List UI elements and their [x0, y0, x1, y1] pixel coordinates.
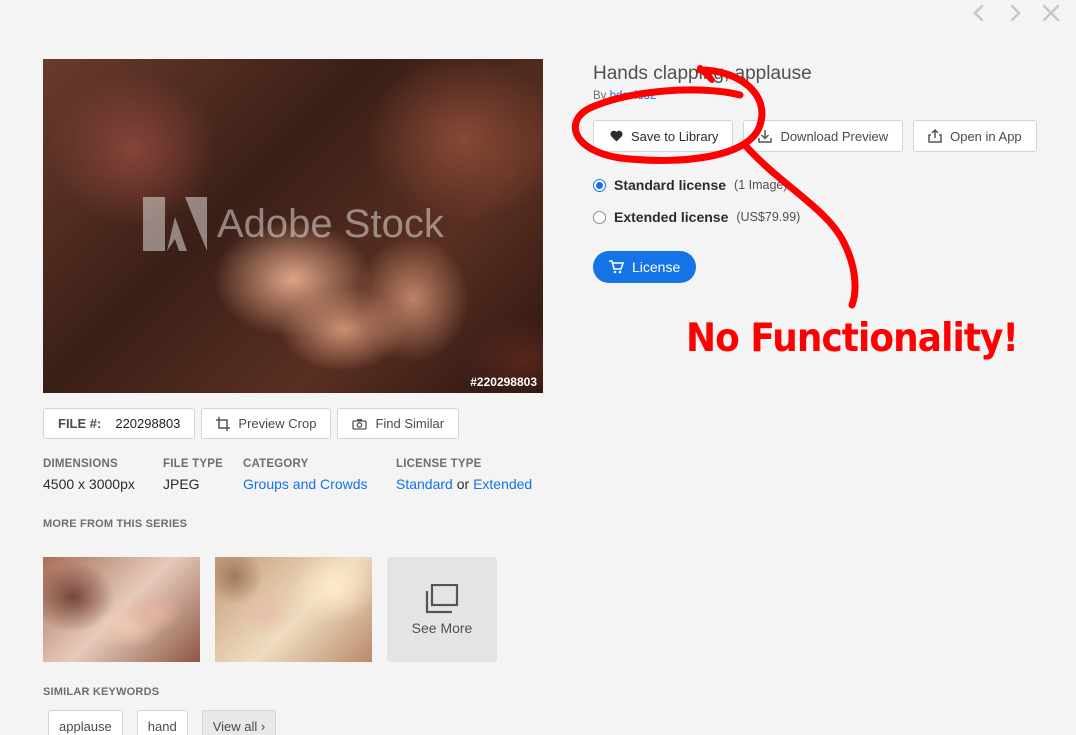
author-byline: By bdavid32: [593, 90, 656, 102]
download-preview-label: Download Preview: [780, 128, 889, 144]
license-button[interactable]: License: [593, 251, 697, 283]
find-similar-label: Find Similar: [375, 416, 445, 431]
keywords-heading: SIMILAR KEYWORDS: [43, 686, 160, 698]
standard-license-link[interactable]: Standard: [396, 476, 453, 492]
adobe-logo-icon: [143, 197, 207, 251]
series-thumbnail[interactable]: [215, 557, 372, 662]
series-thumbnail[interactable]: [43, 557, 200, 662]
save-to-library-button[interactable]: Save to Library: [593, 120, 734, 152]
view-all-keywords-button[interactable]: View all ›: [201, 710, 277, 735]
close-icon[interactable]: [1040, 2, 1062, 24]
asset-preview-image[interactable]: Adobe Stock #220298803: [43, 59, 543, 393]
asset-actions: Save to Library Download Preview Open in…: [593, 120, 1037, 152]
standard-license-detail: (1 Image): [734, 178, 788, 192]
filetype-value: JPEG: [163, 476, 200, 492]
dimensions-block: DIMENSIONS 4500 x 3000px: [43, 458, 135, 492]
license-type-label: LICENSE TYPE: [396, 458, 482, 470]
preview-crop-button[interactable]: Preview Crop: [201, 408, 332, 439]
next-icon[interactable]: [1004, 2, 1026, 24]
preview-crop-label: Preview Crop: [238, 416, 317, 431]
top-nav: [968, 2, 1062, 24]
category-link[interactable]: Groups and Crowds: [243, 476, 368, 492]
download-icon: [758, 130, 773, 143]
previous-icon[interactable]: [968, 2, 990, 24]
series-thumbnails: See More: [43, 557, 497, 662]
author-link[interactable]: bdavid32: [610, 90, 657, 102]
image-toolbar: FILE #: 220298803 Preview Crop Find Simi…: [43, 408, 460, 439]
file-number-label: FILE #:: [58, 416, 102, 431]
standard-license-option[interactable]: Standard license (1 Image): [593, 177, 788, 193]
open-in-app-button[interactable]: Open in App: [913, 120, 1037, 152]
extended-license-option[interactable]: Extended license (US$79.99): [593, 209, 800, 225]
by-prefix: By: [593, 90, 607, 102]
asset-title: Hands clapping, applause: [593, 63, 812, 84]
watermark: Adobe Stock: [143, 197, 444, 251]
see-more-button[interactable]: See More: [387, 557, 497, 662]
standard-license-radio[interactable]: [593, 178, 606, 192]
series-heading: MORE FROM THIS SERIES: [43, 518, 188, 530]
category-label: CATEGORY: [243, 458, 309, 470]
file-number-value: 220298803: [115, 416, 181, 431]
find-similar-button[interactable]: Find Similar: [337, 408, 460, 439]
extended-license-detail: (US$79.99): [736, 210, 801, 224]
file-number-box: FILE #: 220298803: [43, 408, 196, 439]
keyword-list: applause hand View all ›: [48, 710, 277, 735]
license-button-label: License: [632, 259, 681, 275]
download-preview-button[interactable]: Download Preview: [743, 120, 904, 152]
watermark-text: Adobe Stock: [217, 201, 444, 246]
extended-license-link[interactable]: Extended: [473, 476, 532, 492]
dimensions-value: 4500 x 3000px: [43, 476, 135, 492]
open-in-app-label: Open in App: [950, 128, 1022, 144]
extended-license-radio[interactable]: [593, 210, 606, 224]
license-type-block: LICENSE TYPE Standard or Extended: [396, 458, 532, 492]
filetype-label: FILE TYPE: [163, 458, 223, 470]
keyword-tag[interactable]: hand: [136, 710, 188, 735]
share-icon: [928, 129, 942, 143]
filetype-block: FILE TYPE JPEG: [163, 458, 223, 492]
dimensions-label: DIMENSIONS: [43, 458, 118, 470]
standard-license-name: Standard license: [614, 177, 727, 193]
save-to-library-label: Save to Library: [631, 128, 719, 144]
crop-icon: [216, 416, 231, 431]
category-block: CATEGORY Groups and Crowds: [243, 458, 368, 492]
heart-icon: [610, 130, 623, 142]
extended-license-name: Extended license: [614, 209, 729, 225]
keyword-tag[interactable]: applause: [48, 710, 123, 735]
annotation-text: No Functionality!: [686, 316, 1019, 361]
cart-icon: [609, 260, 624, 274]
camera-icon: [352, 418, 368, 430]
gallery-icon: [425, 583, 459, 613]
stock-id-overlay: #220298803: [470, 375, 537, 389]
license-or-text: or: [456, 476, 470, 492]
see-more-label: See More: [411, 619, 473, 636]
